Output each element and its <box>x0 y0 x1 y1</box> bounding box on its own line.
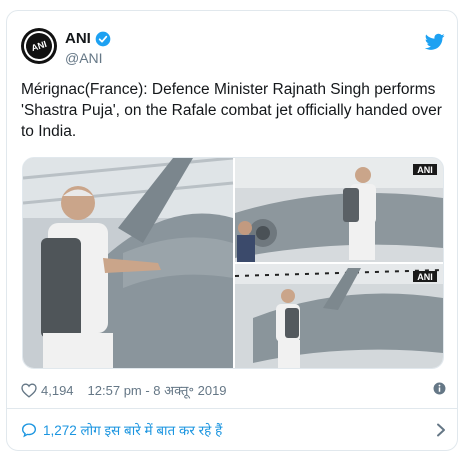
conversation-link[interactable]: 1,272 लोग इस बारे में बात कर रहे हैं <box>21 421 446 439</box>
photo-top-right[interactable] <box>235 158 443 262</box>
verified-badge-icon <box>95 31 111 46</box>
media-photos: ANI ANI <box>23 158 443 368</box>
tweet-text: Mérignac(France): Defence Minister Rajna… <box>21 81 442 140</box>
chevron-right-icon[interactable] <box>436 423 446 437</box>
ani-logo-avatar-icon: ANI <box>20 27 58 65</box>
ani-watermark-bottom: ANI <box>413 271 437 282</box>
avatar-text: ANI <box>30 38 48 54</box>
author-name-row: ANI <box>65 30 111 47</box>
tweet-card: ANI ANI @ANI Mérignac(France): Defence M… <box>6 10 458 451</box>
tweet-meta-row: 4,194 12:57 pm - 8 अक्तू॰ 2019 <box>21 381 446 399</box>
heart-icon[interactable] <box>21 382 37 398</box>
like-count[interactable]: 4,194 <box>41 383 74 398</box>
reply-bubble-icon <box>21 423 37 438</box>
tweet-timestamp[interactable]: 12:57 pm - 8 अक्तू॰ 2019 <box>88 381 227 399</box>
conversation-label[interactable]: 1,272 लोग इस बारे में बात कर रहे हैं <box>43 421 222 439</box>
svg-text:ANI: ANI <box>417 272 433 282</box>
author-handle[interactable]: @ANI <box>65 50 103 66</box>
ani-watermark-top: ANI <box>413 164 437 175</box>
avatar[interactable]: ANI <box>20 27 58 65</box>
svg-text:ANI: ANI <box>417 165 433 175</box>
twitter-bird-icon[interactable] <box>425 33 445 51</box>
author-name[interactable]: ANI <box>65 30 91 47</box>
tweet-media-grid[interactable]: ANI ANI <box>22 157 444 369</box>
info-icon[interactable] <box>433 382 446 395</box>
photo-bottom-right[interactable] <box>234 264 443 368</box>
photo-main[interactable] <box>23 158 234 368</box>
divider <box>7 408 457 409</box>
